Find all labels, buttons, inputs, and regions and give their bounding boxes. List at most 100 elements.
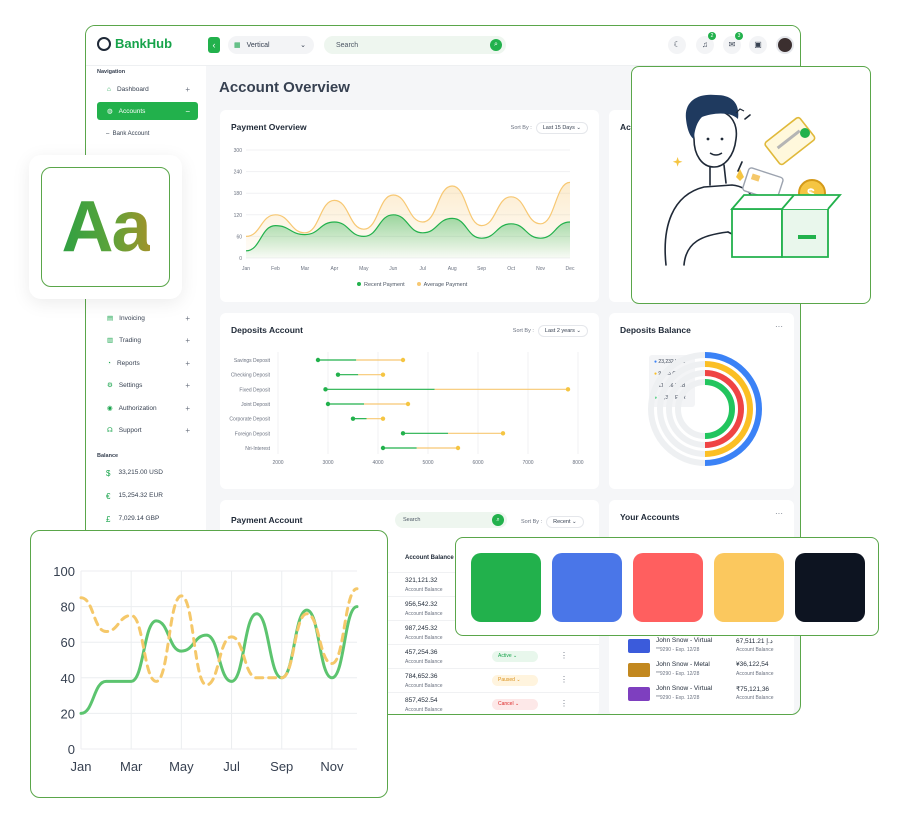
sidebar-collapse-button[interactable]: ‹	[208, 37, 220, 53]
minus-icon: −	[185, 106, 190, 116]
account-amount: ₹75,121,36	[736, 686, 770, 693]
table-search-input[interactable]: Search ⌕	[395, 512, 507, 528]
start-point	[350, 416, 356, 421]
logo-icon	[97, 36, 111, 51]
more-icon[interactable]: ···	[775, 509, 783, 518]
card-icon	[628, 639, 650, 653]
x-tick-label: May	[169, 759, 194, 774]
account-balance-label: Account Balance	[405, 659, 443, 665]
search-icon[interactable]: ⌕	[490, 39, 502, 51]
y-tick-label: 20	[61, 706, 75, 721]
legend-label: Average Payment	[423, 282, 468, 288]
end-point	[455, 445, 461, 451]
gear-icon: ⚙	[107, 382, 113, 389]
message-icon[interactable]: ✉ 3	[723, 32, 743, 54]
search-icon[interactable]: ⌕	[492, 514, 504, 526]
account-balance-label: Account Balance	[405, 587, 443, 593]
sidebar-item-support[interactable]: ☊ Support +	[97, 421, 198, 439]
chart-legend: Recent Payment Average Payment	[357, 282, 467, 288]
sidebar-item-label: Reports	[116, 359, 140, 367]
swatch-red	[633, 553, 703, 622]
panel-title: Ac	[620, 122, 631, 132]
end-point	[500, 431, 506, 436]
balance-section-title: Balance	[97, 453, 119, 459]
apps-icon[interactable]: ▣	[749, 36, 767, 54]
list-item[interactable]: John Snow - Metal **9290 - Exp. 12/28 ¥36,…	[620, 661, 790, 683]
account-amount: ¥36,122,54	[736, 661, 769, 668]
end-point	[565, 387, 571, 392]
x-tick-label: 3000	[322, 460, 333, 466]
y-tick-label: 300	[234, 148, 243, 154]
line-chart-card: 0 20 40 60 80 100 Jan Mar May Jul Sep Nov	[30, 530, 388, 798]
account-name: John Snow - Metal	[656, 661, 710, 668]
row-menu-icon[interactable]: ⋮	[560, 675, 568, 684]
x-tick-label: Jan	[242, 266, 250, 272]
x-tick-label: Nov	[320, 759, 344, 774]
sidebar-item-label: Authorization	[118, 404, 157, 412]
status-badge[interactable]: Paused ⌄	[492, 675, 538, 686]
layout-select[interactable]: ▦ Vertical ⌄	[228, 36, 314, 54]
avatar[interactable]	[776, 36, 794, 54]
account-name: John Snow - Virtual	[656, 685, 713, 692]
sidebar-item-dashboard[interactable]: ⌂ Dashboard +	[97, 80, 198, 98]
account-amount-label: Account Balance	[736, 695, 774, 701]
status-badge[interactable]: Active ⌄	[492, 651, 538, 662]
ring-bar	[704, 379, 735, 439]
theme-toggle-icon[interactable]: ☾	[668, 36, 686, 54]
invoice-icon: ▤	[107, 315, 114, 322]
x-tick-label: 2000	[272, 460, 283, 466]
x-tick-label: Aug	[448, 266, 457, 272]
panel-title: Your Accounts	[620, 512, 680, 522]
panel-title: Deposits Balance	[620, 325, 691, 335]
sidebar-item-authorization[interactable]: ◉ Authorization +	[97, 399, 198, 417]
sidebar-item-trading[interactable]: ▥ Trading +	[97, 331, 198, 349]
deposits-balance-panel: Deposits Balance ··· ● 23,232 USD ● 9,23…	[609, 313, 794, 489]
status-badge[interactable]: Cancel ⌄	[492, 699, 538, 710]
row-menu-icon[interactable]: ⋮	[560, 699, 568, 708]
swatch-green	[471, 553, 541, 622]
y-tick-label: 60	[236, 234, 242, 240]
balance-value: 7,029.14 GBP	[118, 515, 160, 522]
sidebar-subitem-label: Bank Account	[112, 131, 150, 137]
x-tick-label: Jul	[223, 759, 240, 774]
end-point	[380, 372, 386, 377]
report-icon: ◔	[107, 359, 111, 367]
sidebar-item-settings[interactable]: ⚙ Settings +	[97, 376, 198, 394]
app-name: BankHub	[115, 36, 173, 51]
app-logo[interactable]: BankHub	[97, 36, 172, 51]
grid-icon: ▦	[234, 42, 241, 49]
chart-icon: ▥	[107, 337, 114, 344]
card-number: **9290 - Exp. 12/28	[656, 671, 700, 677]
sidebar-item-invoicing[interactable]: ▤ Invoicing +	[97, 309, 198, 327]
x-tick-label: Sep	[477, 266, 486, 272]
sort-select[interactable]: Last 2 years ⌄	[537, 325, 588, 337]
row-menu-icon[interactable]: ⋮	[560, 651, 568, 660]
typography-card: Aa	[29, 155, 182, 299]
sidebar-item-label: Accounts	[118, 107, 146, 115]
more-icon[interactable]: ···	[775, 322, 783, 331]
list-item[interactable]: John Snow - Virtual **9290 - Exp. 12/28 ₹7…	[620, 685, 790, 707]
y-tick-label: 180	[234, 191, 243, 197]
plus-icon: +	[185, 358, 190, 368]
sort-by: Sort By : Last 15 Days ⌄	[511, 122, 588, 134]
start-point	[400, 431, 406, 436]
swatch-blue	[552, 553, 622, 622]
y-tick-label: Joint Deposit	[241, 402, 271, 408]
y-tick-label: 120	[234, 213, 243, 219]
account-name: John Snow - Virtual	[656, 637, 713, 644]
sidebar-subitem-bank-account[interactable]: – Bank Account	[106, 131, 149, 137]
sidebar-item-reports[interactable]: ◔ Reports +	[97, 354, 198, 372]
y-tick-label: 100	[53, 564, 75, 579]
y-tick-label: Corporate Deposit	[229, 417, 270, 423]
list-item[interactable]: John Snow - Virtual **9290 - Exp. 12/28 67…	[620, 637, 790, 659]
chevron-down-icon: ⌄	[300, 42, 306, 49]
typography-sample: Aa	[61, 187, 151, 267]
line-chart: 0 20 40 60 80 100 Jan Mar May Jul Sep Nov	[53, 564, 359, 774]
sort-select[interactable]: Recent ⌄	[546, 516, 584, 528]
search-input[interactable]: Search ⌕	[324, 36, 506, 54]
notification-badge: 2	[708, 32, 716, 40]
sidebar-item-accounts[interactable]: ◍ Accounts −	[97, 102, 198, 120]
sidebar-item-label: Support	[118, 426, 142, 434]
sort-select[interactable]: Last 15 Days ⌄	[535, 122, 588, 134]
bell-icon[interactable]: ♫ 2	[696, 32, 716, 54]
